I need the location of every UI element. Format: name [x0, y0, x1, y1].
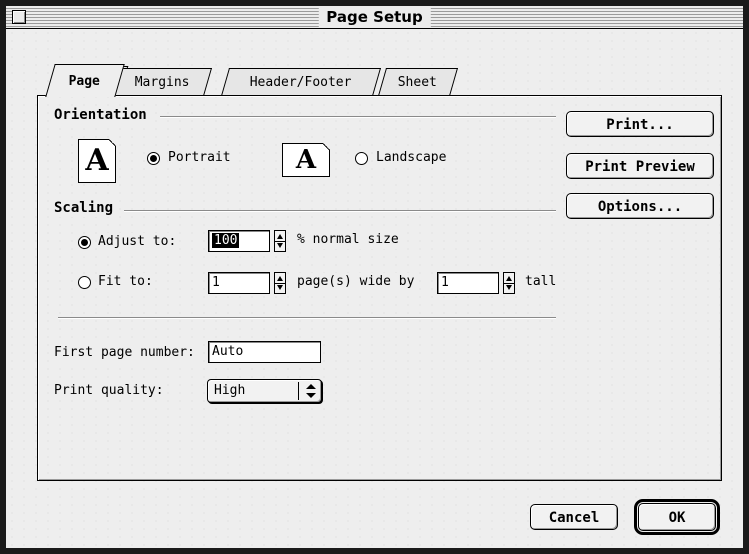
- page-setup-window: Page Setup Margins Header/Footer Sheet P…: [0, 0, 749, 554]
- tab-margins-label: Margins: [134, 75, 190, 90]
- cancel-button[interactable]: Cancel: [530, 504, 618, 530]
- title-bar[interactable]: Page Setup: [6, 6, 743, 29]
- close-box[interactable]: [12, 10, 26, 24]
- tab-panel: [37, 95, 722, 481]
- tab-page-label: Page: [68, 74, 101, 89]
- tab-page-front[interactable]: Page: [45, 64, 125, 97]
- window-title: Page Setup: [318, 7, 431, 27]
- ok-button[interactable]: OK: [638, 503, 716, 531]
- tab-sheet[interactable]: Sheet: [377, 68, 459, 96]
- tab-header-footer[interactable]: Header/Footer: [220, 68, 382, 96]
- tab-sheet-label: Sheet: [398, 75, 438, 90]
- tab-margins[interactable]: Margins: [111, 68, 213, 96]
- tab-header-footer-label: Header/Footer: [249, 75, 352, 90]
